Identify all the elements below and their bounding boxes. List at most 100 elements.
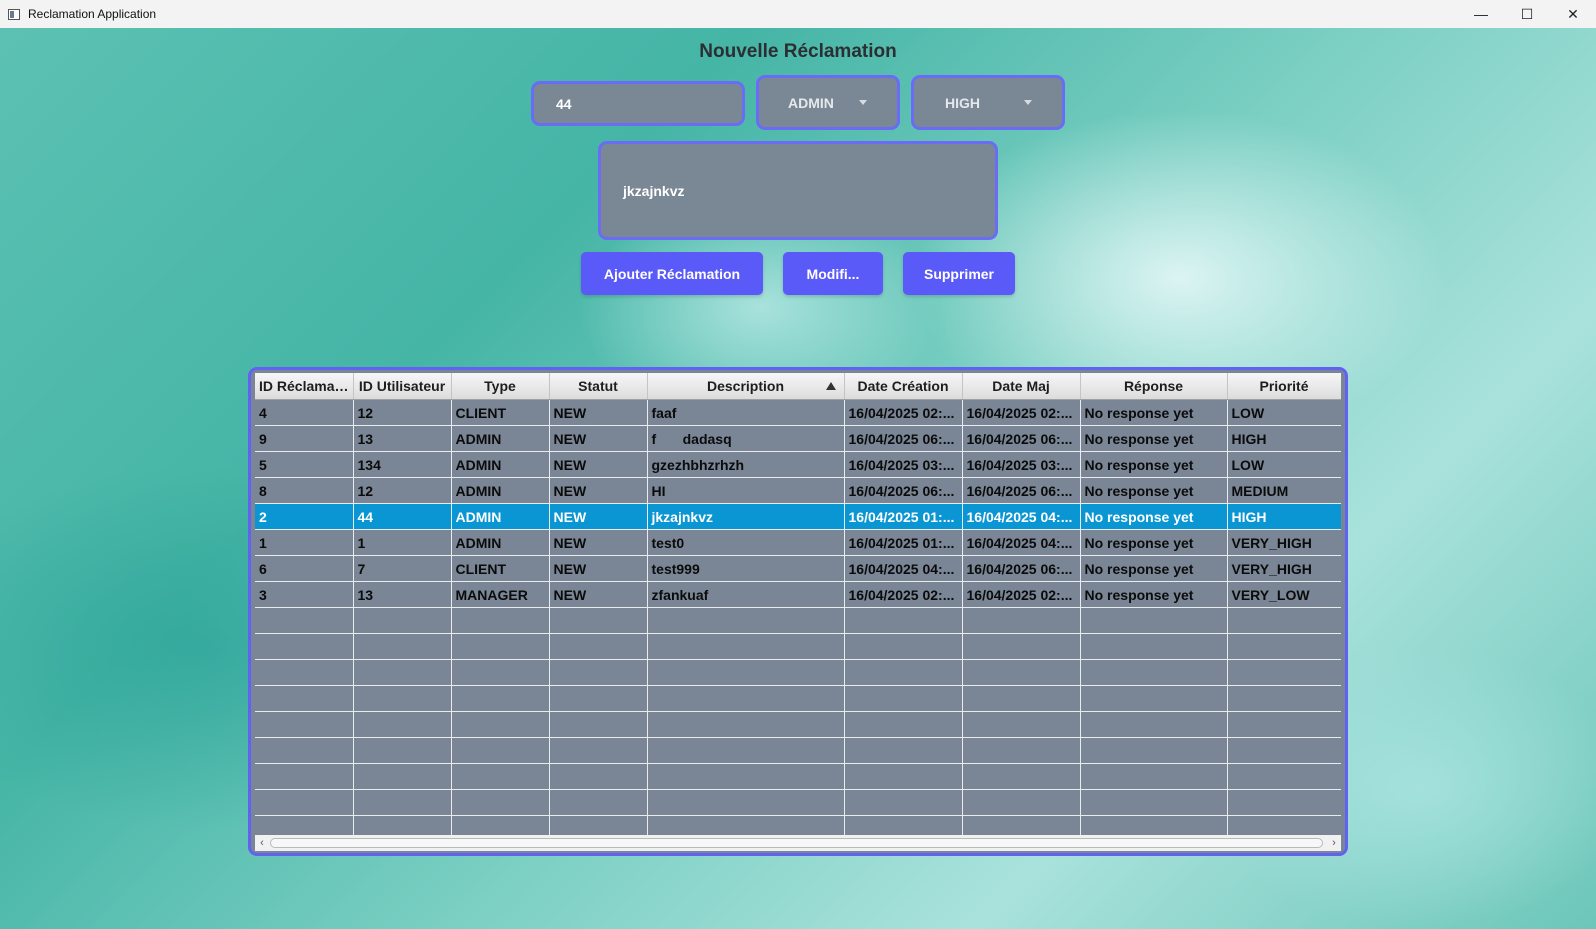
empty-cell xyxy=(1227,685,1341,712)
user-id-value: 44 xyxy=(556,95,572,112)
add-reclamation-button[interactable]: Ajouter Réclamation xyxy=(581,252,763,295)
cell-statut: NEW xyxy=(549,477,648,504)
table-row[interactable]: 8 12 ADMIN NEW HI 16/04/2025 06:... 16/04/2025… xyxy=(255,477,1341,504)
column-header-priorite[interactable]: Priorité xyxy=(1227,373,1341,400)
empty-cell xyxy=(353,685,452,712)
empty-cell xyxy=(1227,711,1341,738)
data-table: ID Réclamat... ID Utilisateur Type Statu… xyxy=(255,373,1341,842)
table-row[interactable]: 6 7 CLIENT NEW test999 16/04/2025 04:... 16/04… xyxy=(255,555,1341,582)
cell-type: ADMIN xyxy=(451,529,550,556)
empty-cell xyxy=(255,633,354,660)
empty-cell xyxy=(844,789,963,816)
form-title: Nouvelle Réclamation xyxy=(699,41,897,62)
modify-button[interactable]: Modifi... xyxy=(783,252,883,295)
cell-type: ADMIN xyxy=(451,503,550,530)
table-row[interactable]: 3 13 MANAGER NEW zfankuaf 16/04/2025 02:... 16… xyxy=(255,581,1341,608)
empty-cell xyxy=(255,763,354,790)
scroll-left-icon[interactable]: ‹ xyxy=(255,835,269,851)
empty-cell xyxy=(1227,763,1341,790)
cell-date-maj: 16/04/2025 02:... xyxy=(962,399,1081,426)
empty-cell xyxy=(549,685,648,712)
empty-cell xyxy=(962,633,1081,660)
empty-cell xyxy=(647,763,845,790)
cell-priorite: HIGH xyxy=(1227,425,1341,452)
empty-table-row xyxy=(255,763,1341,790)
empty-cell xyxy=(1227,737,1341,764)
empty-cell xyxy=(844,685,963,712)
empty-cell xyxy=(353,737,452,764)
cell-priorite: VERY_HIGH xyxy=(1227,555,1341,582)
column-header-statut[interactable]: Statut xyxy=(549,373,648,400)
delete-button[interactable]: Supprimer xyxy=(903,252,1015,295)
cell-reponse: No response yet xyxy=(1080,581,1228,608)
column-header-date-creation[interactable]: Date Création xyxy=(844,373,963,400)
column-header-id-reclamation[interactable]: ID Réclamat... xyxy=(255,373,354,400)
cell-type: ADMIN xyxy=(451,451,550,478)
empty-cell xyxy=(962,659,1081,686)
empty-cell xyxy=(353,711,452,738)
horizontal-scrollbar[interactable]: ‹ › xyxy=(255,835,1341,851)
column-header-type[interactable]: Type xyxy=(451,373,550,400)
close-icon[interactable]: ✕ xyxy=(1550,0,1596,28)
empty-cell xyxy=(1080,633,1228,660)
empty-cell xyxy=(549,711,648,738)
empty-cell xyxy=(451,685,550,712)
cell-id-reclamation: 3 xyxy=(255,581,354,608)
empty-cell xyxy=(844,659,963,686)
cell-type: ADMIN xyxy=(451,425,550,452)
window-title: Reclamation Application xyxy=(28,7,157,21)
cell-priorite: LOW xyxy=(1227,451,1341,478)
cell-statut: NEW xyxy=(549,581,648,608)
column-header-description-label: Description xyxy=(706,378,784,394)
table-header-row: ID Réclamat... ID Utilisateur Type Statu… xyxy=(255,373,1341,400)
empty-cell xyxy=(549,763,648,790)
sort-ascending-icon xyxy=(825,382,836,390)
table-row[interactable]: 5 134 ADMIN NEW gzezhbhzrhzh 16/04/2025 03:..… xyxy=(255,451,1341,478)
cell-description: faaf xyxy=(647,399,845,426)
scroll-right-icon[interactable]: › xyxy=(1327,835,1341,851)
table-row[interactable]: 4 12 CLIENT NEW faaf 16/04/2025 02:... 16/04/2… xyxy=(255,399,1341,426)
description-textarea[interactable]: jkzajnkvz xyxy=(598,141,998,240)
table-row[interactable]: 9 13 ADMIN NEW f dadasq 16/04/2025 06:... 16/0… xyxy=(255,425,1341,452)
table-row[interactable]: 2 44 ADMIN NEW jkzajnkvz 16/04/2025 01:... 16/… xyxy=(255,503,1341,530)
empty-cell xyxy=(647,685,845,712)
column-header-date-maj[interactable]: Date Maj xyxy=(962,373,1081,400)
column-header-description[interactable]: Description xyxy=(647,373,845,400)
column-header-id-utilisateur[interactable]: ID Utilisateur xyxy=(353,373,452,400)
cell-id-utilisateur: 44 xyxy=(353,503,452,530)
cell-date-creation: 16/04/2025 06:... xyxy=(844,477,963,504)
empty-cell xyxy=(962,737,1081,764)
cell-id-reclamation: 6 xyxy=(255,555,354,582)
cell-date-creation: 16/04/2025 06:... xyxy=(844,425,963,452)
reclamations-table: ID Réclamat... ID Utilisateur Type Statu… xyxy=(248,367,1348,856)
cell-id-utilisateur: 13 xyxy=(353,581,452,608)
empty-cell xyxy=(647,737,845,764)
cell-reponse: No response yet xyxy=(1080,451,1228,478)
empty-cell xyxy=(353,659,452,686)
user-id-input[interactable]: 44 xyxy=(531,81,745,126)
type-select-value: ADMIN xyxy=(788,94,834,111)
chevron-down-icon xyxy=(859,99,867,105)
empty-table-row xyxy=(255,607,1341,634)
cell-date-creation: 16/04/2025 01:... xyxy=(844,529,963,556)
empty-cell xyxy=(1227,633,1341,660)
cell-reponse: No response yet xyxy=(1080,477,1228,504)
minimize-icon[interactable]: — xyxy=(1458,0,1504,28)
scrollbar-thumb[interactable] xyxy=(270,838,1323,848)
cell-description: jkzajnkvz xyxy=(647,503,845,530)
type-select[interactable]: ADMIN xyxy=(756,75,900,130)
priority-select-value: HIGH xyxy=(945,94,980,111)
column-header-reponse[interactable]: Réponse xyxy=(1080,373,1228,400)
cell-type: MANAGER xyxy=(451,581,550,608)
empty-cell xyxy=(844,607,963,634)
maximize-icon[interactable]: ☐ xyxy=(1504,0,1550,28)
empty-table-row xyxy=(255,789,1341,816)
cell-statut: NEW xyxy=(549,503,648,530)
cell-reponse: No response yet xyxy=(1080,399,1228,426)
cell-description: f dadasq xyxy=(647,425,845,452)
table-row[interactable]: 1 1 ADMIN NEW test0 16/04/2025 01:... 16/04/20… xyxy=(255,529,1341,556)
cell-description: HI xyxy=(647,477,845,504)
empty-cell xyxy=(451,763,550,790)
window-controls: — ☐ ✕ xyxy=(1458,0,1596,28)
priority-select[interactable]: HIGH xyxy=(911,75,1065,130)
